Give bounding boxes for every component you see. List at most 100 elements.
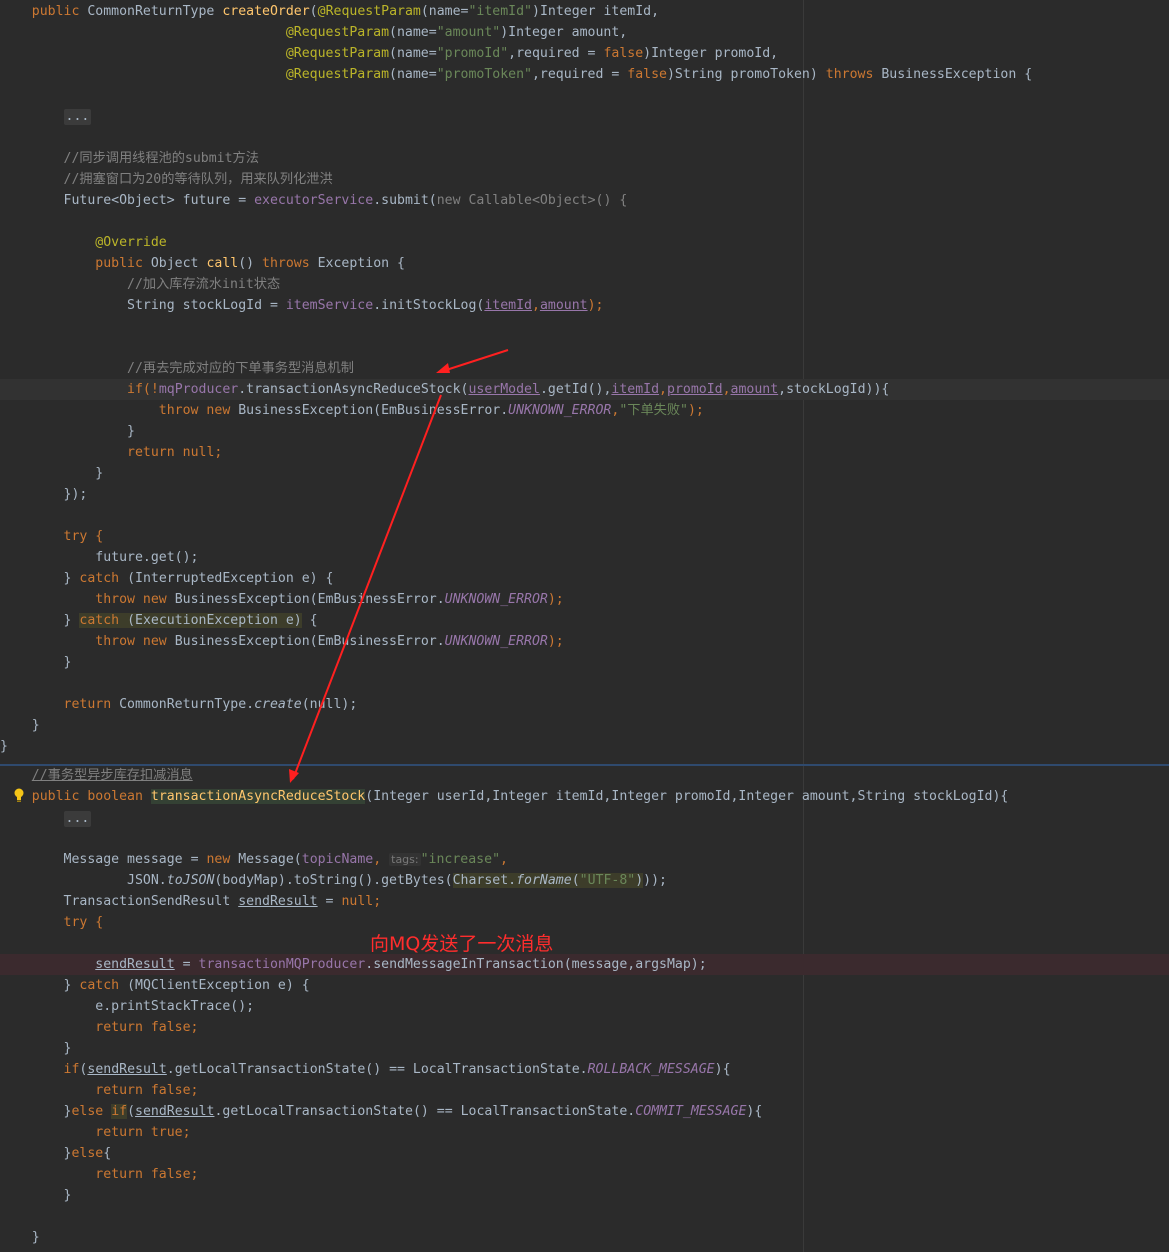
code-text: =: [317, 894, 342, 909]
code-line[interactable]: return true;: [0, 1122, 1169, 1143]
code-line[interactable]: TransactionSendResult sendResult = null;: [0, 891, 1169, 912]
code-line[interactable]: throw new BusinessException(EmBusinessEr…: [0, 631, 1169, 652]
parameter-hint: tags:: [389, 853, 421, 866]
code-text: ,stockLogId)){: [778, 382, 890, 397]
folded-code-region[interactable]: ...: [63, 109, 92, 125]
code-line[interactable]: @Override: [0, 232, 1169, 253]
code-line[interactable]: }: [0, 1227, 1169, 1248]
code-line[interactable]: public boolean transactionAsyncReduceSto…: [0, 786, 1169, 807]
folded-code-region[interactable]: ...: [63, 811, 92, 827]
code-text: {: [301, 613, 318, 628]
punctuation: ,: [373, 852, 382, 867]
code-line[interactable]: //拥塞窗口为20的等待队列，用来队列化泄洪: [0, 169, 1169, 190]
keyword: public: [31, 4, 88, 19]
code-text: (MQClientException e) {: [127, 978, 310, 993]
code-line[interactable]: ...: [0, 106, 1169, 127]
punctuation: );: [687, 403, 704, 418]
punctuation: ,: [531, 298, 540, 313]
keyword: throws: [262, 256, 310, 271]
comment: //再去完成对应的下单事务型消息机制: [127, 361, 354, 376]
annotation: @RequestParam: [285, 46, 390, 61]
code-line[interactable]: e.printStackTrace();: [0, 996, 1169, 1017]
code-line[interactable]: try {: [0, 526, 1169, 547]
code-text: CommonReturnType.: [119, 697, 255, 712]
brace: }: [63, 978, 80, 993]
code-line[interactable]: @RequestParam(name="amount")Integer amou…: [0, 22, 1169, 43]
annotation: @Override: [95, 235, 167, 250]
code-line[interactable]: return null;: [0, 442, 1169, 463]
annotation: @RequestParam: [317, 4, 421, 19]
type-name: Object: [150, 256, 207, 271]
string-literal: "promoToken": [436, 67, 532, 82]
code-line[interactable]: @RequestParam(name="promoToken",required…: [0, 64, 1169, 85]
keyword: if: [111, 1104, 128, 1119]
code-text: ));: [643, 873, 667, 888]
code-line[interactable]: //再去完成对应的下单事务型消息机制: [0, 358, 1169, 379]
code-text: BusinessException(EmBusinessError.: [174, 592, 445, 607]
variable: sendResult: [95, 957, 175, 972]
code-editor[interactable]: public CommonReturnType createOrder(@Req…: [0, 0, 1169, 1252]
code-line[interactable]: //加入库存流水init状态: [0, 274, 1169, 295]
code-text: (InterruptedException e) {: [127, 571, 334, 586]
code-text: .initStockLog(: [373, 298, 485, 313]
code-line-current[interactable]: if(!mqProducer.transactionAsyncReduceSto…: [0, 379, 1169, 400]
code-line[interactable]: throw new BusinessException(EmBusinessEr…: [0, 589, 1169, 610]
code-text: .getId(),: [539, 382, 612, 397]
code-line[interactable]: } catch (ExecutionException e) {: [0, 610, 1169, 631]
code-line[interactable]: Message message = new Message(topicName,…: [0, 849, 1169, 870]
code-line[interactable]: Future<Object> future = executorService.…: [0, 190, 1169, 211]
code-line[interactable]: @RequestParam(name="promoId",required = …: [0, 43, 1169, 64]
brace: }: [0, 739, 8, 754]
keyword: throws: [825, 67, 874, 82]
code-line[interactable]: }: [0, 715, 1169, 736]
code-line[interactable]: }: [0, 463, 1169, 484]
lightbulb-icon[interactable]: [12, 787, 26, 803]
code-line-breakpoint[interactable]: sendResult = transactionMQProducer.sendM…: [0, 954, 1169, 975]
brace: }: [63, 1188, 72, 1203]
method-name: call: [206, 256, 239, 271]
brace: }: [63, 1041, 72, 1056]
keyword: false: [603, 46, 644, 61]
code-line[interactable]: return CommonReturnType.create(null);: [0, 694, 1169, 715]
code-line[interactable]: JSON.toJSON(bodyMap).toString().getBytes…: [0, 870, 1169, 891]
brace: }: [31, 1230, 40, 1245]
brace: {: [103, 1146, 112, 1161]
keyword: null: [341, 894, 374, 909]
code-line[interactable]: future.get();: [0, 547, 1169, 568]
code-text: (name=: [420, 4, 469, 19]
field-ref: itemId: [484, 298, 532, 313]
string-literal: "UTF-8": [579, 873, 636, 888]
code-line[interactable]: }: [0, 1185, 1169, 1206]
comment: //加入库存流水init状态: [127, 277, 281, 292]
code-line[interactable]: try {: [0, 912, 1169, 933]
code-line[interactable]: }: [0, 421, 1169, 442]
code-line[interactable]: }: [0, 652, 1169, 673]
code-line[interactable]: //同步调用线程池的submit方法: [0, 148, 1169, 169]
keyword: return false;: [95, 1020, 199, 1035]
code-line[interactable]: }else{: [0, 1143, 1169, 1164]
code-line[interactable]: }: [0, 736, 1169, 757]
code-line[interactable]: }else if(sendResult.getLocalTransactionS…: [0, 1101, 1169, 1122]
code-text: (ExecutionException e): [127, 613, 302, 628]
code-line[interactable]: public Object call() throws Exception {: [0, 253, 1169, 274]
code-text: Future<Object> future =: [63, 193, 255, 208]
code-text: JSON.: [127, 873, 167, 888]
code-line[interactable]: //事务型异步库存扣减消息: [0, 765, 1169, 786]
code-line[interactable]: ...: [0, 808, 1169, 829]
code-line[interactable]: });: [0, 484, 1169, 505]
brace: }: [127, 424, 135, 439]
code-line[interactable]: } catch (InterruptedException e) {: [0, 568, 1169, 589]
code-line[interactable]: return false;: [0, 1080, 1169, 1101]
code-line[interactable]: } catch (MQClientException e) {: [0, 975, 1169, 996]
code-line[interactable]: if(sendResult.getLocalTransactionState()…: [0, 1059, 1169, 1080]
code-line[interactable]: return false;: [0, 1017, 1169, 1038]
code-text: Exception {: [309, 256, 405, 271]
static-method: forName: [516, 873, 572, 888]
code-line[interactable]: public CommonReturnType createOrder(@Req…: [0, 1, 1169, 22]
code-line[interactable]: throw new BusinessException(EmBusinessEr…: [0, 400, 1169, 421]
code-line[interactable]: return false;: [0, 1164, 1169, 1185]
static-field: UNKNOWN_ERROR: [444, 592, 548, 607]
code-line[interactable]: String stockLogId = itemService.initStoc…: [0, 295, 1169, 316]
keyword: return false;: [95, 1083, 199, 1098]
code-line[interactable]: }: [0, 1038, 1169, 1059]
